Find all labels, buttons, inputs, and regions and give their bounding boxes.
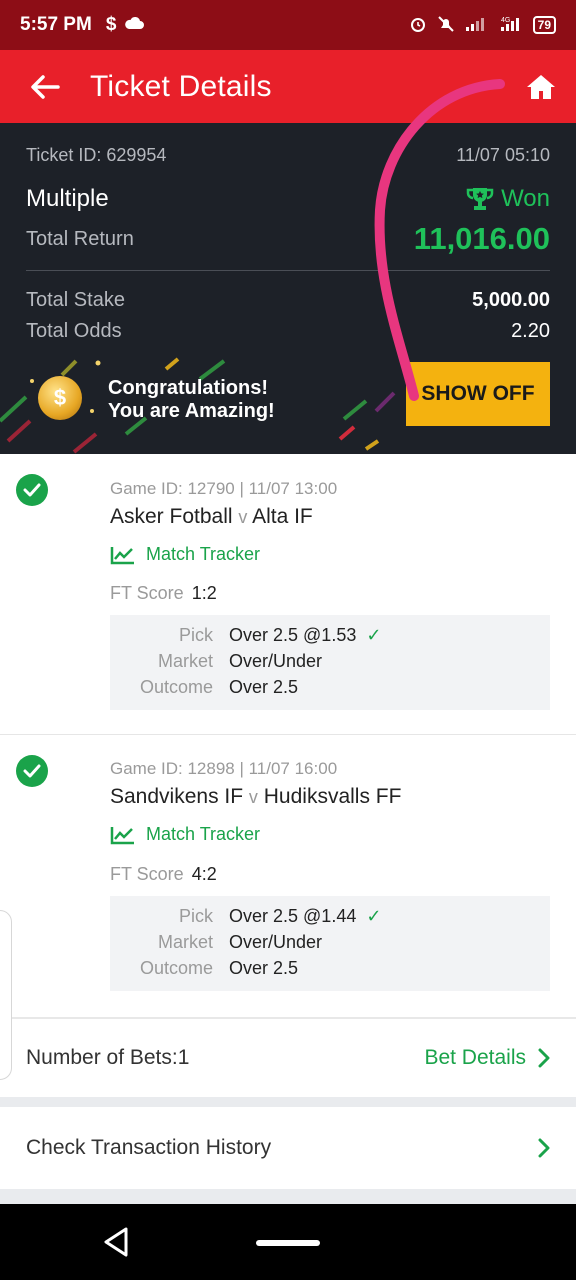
chevron-right-icon	[538, 1048, 550, 1068]
transaction-history-row[interactable]: Check Transaction History	[0, 1107, 576, 1189]
total-return-value: 11,016.00	[413, 221, 550, 256]
vs-label: v	[248, 787, 258, 807]
bet-details-link[interactable]: Bet Details	[424, 1046, 550, 1070]
page-title: Ticket Details	[90, 69, 272, 103]
match-tracker-label: Match Tracker	[146, 544, 261, 564]
bet-details-label: Bet Details	[424, 1046, 526, 1069]
section-gap	[0, 1097, 576, 1107]
match-tracker-label: Match Tracker	[146, 824, 261, 844]
outcome-label: Outcome	[139, 677, 213, 697]
pick-details: Pick Over 2.5 @1.44 ✓ Market Over/Under O…	[110, 896, 550, 991]
pick-label: Pick	[178, 906, 213, 926]
ft-score: FT Score 4:2	[110, 864, 217, 885]
app-bar: Ticket Details	[0, 50, 576, 123]
away-team: Hudiksvalls FF	[263, 785, 402, 808]
congrats-line-2: You are Amazing!	[108, 400, 275, 422]
total-return-label: Total Return	[26, 227, 134, 250]
vs-label: v	[238, 507, 248, 527]
check-circle-icon	[16, 474, 48, 506]
match-name: Sandvikens IF v Hudiksvalls FF	[110, 785, 401, 809]
total-odds-label: Total Odds	[26, 320, 122, 342]
ft-score-label: FT Score	[110, 583, 184, 603]
nav-home-pill[interactable]	[256, 1240, 320, 1246]
market-value: Over/Under	[229, 651, 323, 671]
promo-banner: $ Congratulations! You are Amazing! SHOW…	[0, 349, 576, 454]
status-badge: Won	[465, 185, 550, 213]
ft-score-value: 1:2	[191, 583, 217, 603]
home-team: Asker Fotball	[110, 505, 233, 528]
ft-score-label: FT Score	[110, 864, 184, 884]
chart-line-icon	[110, 826, 134, 844]
battery-icon: 79	[532, 16, 556, 34]
total-stake-value: 5,000.00	[472, 289, 550, 311]
ticket-summary: Ticket ID: 629954 11/07 05:10 Multiple W…	[0, 123, 576, 454]
game-card: Game ID: 12790 | 11/07 13:00 Asker Fotba…	[0, 454, 576, 734]
market-label: Market	[157, 651, 213, 671]
total-odds-value: 2.20	[511, 320, 550, 342]
system-nav-bar	[0, 1204, 576, 1280]
show-off-button[interactable]: SHOW OFF	[406, 362, 550, 426]
status-text: Won	[501, 185, 550, 212]
ft-score-value: 4:2	[191, 864, 217, 884]
congrats-line-1: Congratulations!	[108, 377, 268, 399]
ft-score: FT Score 1:2	[110, 583, 217, 604]
home-button[interactable]	[506, 50, 576, 123]
network-4g-icon: 4G	[499, 15, 523, 36]
game-card: Game ID: 12898 | 11/07 16:00 Sandvikens …	[0, 735, 576, 1017]
check-circle-icon	[16, 755, 48, 787]
pick-value: Over 2.5 @1.53	[229, 625, 357, 645]
pick-details: Pick Over 2.5 @1.53 ✓ Market Over/Under O…	[110, 615, 550, 710]
bet-type: Multiple	[26, 185, 109, 212]
total-stake-label: Total Stake	[26, 289, 125, 311]
chevron-right-icon	[538, 1138, 550, 1158]
outcome-value: Over 2.5	[229, 958, 299, 978]
signal-icon	[465, 16, 489, 35]
ticket-id: Ticket ID: 629954	[26, 145, 167, 165]
match-name: Asker Fotball v Alta IF	[110, 505, 313, 529]
outcome-value: Over 2.5	[229, 677, 299, 697]
svg-text:4G: 4G	[501, 17, 510, 24]
game-meta: Game ID: 12790 | 11/07 13:00	[110, 479, 338, 498]
mute-icon	[437, 15, 455, 36]
game-meta: Game ID: 12898 | 11/07 16:00	[110, 759, 338, 778]
number-of-bets: Number of Bets:1	[26, 1046, 190, 1069]
market-value: Over/Under	[229, 932, 323, 952]
home-team: Sandvikens IF	[110, 785, 244, 808]
match-tracker-link[interactable]: Match Tracker	[110, 544, 260, 565]
back-button[interactable]	[0, 50, 90, 123]
ticket-datetime: 11/07 05:10	[456, 145, 550, 165]
status-time: 5:57 PM	[20, 14, 92, 35]
floating-side-tab[interactable]	[0, 910, 12, 1080]
pick-label: Pick	[178, 625, 213, 645]
status-bar: 5:57 PM $ 4G 79	[0, 0, 576, 50]
section-gap	[0, 1189, 576, 1204]
away-team: Alta IF	[252, 505, 313, 528]
bets-summary-row: Number of Bets:1 Bet Details	[0, 1017, 576, 1097]
outcome-label: Outcome	[139, 958, 213, 978]
coin-icon: $	[38, 376, 82, 420]
ticket-content: Game ID: 12790 | 11/07 13:00 Asker Fotba…	[0, 454, 576, 1204]
divider	[26, 270, 550, 271]
arrow-left-icon	[31, 74, 60, 99]
cloud-icon	[124, 14, 145, 36]
match-tracker-link[interactable]: Match Tracker	[110, 824, 260, 845]
home-icon	[527, 74, 555, 99]
market-label: Market	[157, 932, 213, 952]
congrats-message: Congratulations! You are Amazing!	[108, 377, 275, 423]
trophy-icon	[466, 188, 494, 210]
chart-line-icon	[110, 546, 134, 564]
transaction-history-label: Check Transaction History	[26, 1136, 272, 1159]
alarm-icon	[409, 15, 427, 36]
pick-value: Over 2.5 @1.44	[229, 906, 357, 926]
check-icon: ✓	[366, 906, 382, 926]
nav-back-icon[interactable]	[102, 1226, 132, 1258]
check-icon: ✓	[366, 625, 382, 645]
dollar-icon: $	[105, 14, 117, 35]
